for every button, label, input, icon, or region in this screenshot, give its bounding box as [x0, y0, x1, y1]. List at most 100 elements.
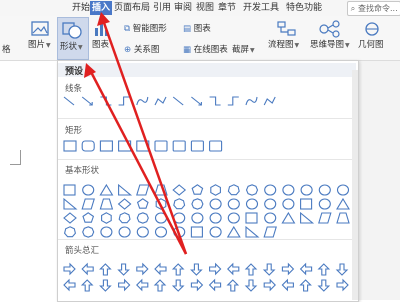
arrow-shape-item[interactable] — [244, 263, 258, 276]
basic-shape-item[interactable] — [191, 198, 204, 210]
basic-shape-item[interactable] — [209, 226, 222, 238]
basic-shape-item[interactable] — [227, 184, 240, 196]
basic-shape-item[interactable] — [63, 197, 78, 210]
online-chart-button[interactable]: ▦ 在线图表 — [183, 43, 228, 55]
line-shape-item[interactable] — [191, 96, 202, 106]
basic-shape-item[interactable] — [173, 226, 186, 238]
basic-shape-item[interactable] — [190, 226, 203, 238]
basic-shape-item[interactable] — [118, 212, 131, 224]
basic-shape-item[interactable] — [118, 183, 133, 196]
arrow-shape-item[interactable] — [99, 263, 112, 276]
basic-shape-item[interactable] — [336, 184, 350, 196]
arrow-shape-item[interactable] — [209, 262, 222, 276]
basic-shape-item[interactable] — [210, 184, 221, 196]
document-area-right[interactable] — [358, 61, 400, 300]
mindmap-button[interactable]: 思维导图▼ — [310, 20, 350, 50]
arrow-shape-item[interactable] — [81, 262, 94, 276]
tab-start[interactable]: 开始 — [70, 1, 92, 15]
basic-shape-item[interactable] — [263, 226, 277, 238]
basic-shape-item[interactable] — [226, 225, 241, 238]
basic-shape-item[interactable] — [63, 184, 76, 196]
line-shape-item[interactable] — [227, 96, 239, 106]
chart-small-button[interactable]: ▤ 图表 — [183, 22, 211, 34]
basic-shape-item[interactable] — [209, 212, 222, 224]
arrow-shape-item[interactable] — [299, 262, 313, 276]
arrow-shape-item[interactable] — [154, 262, 167, 276]
basic-shape-item[interactable] — [300, 184, 313, 196]
basic-shape-item[interactable] — [82, 226, 95, 238]
rectangle-shape-item[interactable] — [99, 140, 113, 152]
tab-developer[interactable]: 开发工具 — [240, 1, 282, 15]
basic-shape-item[interactable] — [101, 212, 112, 224]
arrow-shape-item[interactable] — [262, 263, 276, 276]
basic-shape-item[interactable] — [318, 198, 331, 210]
tab-chapter[interactable]: 章节 — [216, 1, 238, 15]
basic-shape-item[interactable] — [63, 212, 77, 224]
arrow-shape-item[interactable] — [171, 279, 185, 292]
arrow-shape-item[interactable] — [244, 279, 258, 292]
basic-shape-item[interactable] — [155, 198, 167, 210]
line-shape-item[interactable] — [172, 96, 184, 106]
geometry-button[interactable]: 几何图 — [358, 20, 384, 50]
rectangle-shape-item[interactable] — [136, 140, 150, 152]
smart-art-button[interactable]: ⧉ 智能图形 — [124, 22, 167, 34]
basic-shape-item[interactable] — [82, 212, 95, 223]
arrow-shape-item[interactable] — [136, 278, 149, 292]
basic-shape-item[interactable] — [173, 212, 186, 224]
basic-shape-item[interactable] — [172, 184, 187, 196]
arrow-shape-item[interactable] — [281, 262, 295, 276]
line-shape-item[interactable] — [154, 96, 167, 106]
basic-shape-item[interactable] — [136, 212, 149, 224]
basic-shape-item[interactable] — [282, 184, 295, 196]
relation-button[interactable]: ⊕ 关系图 — [124, 43, 159, 55]
arrow-shape-item[interactable] — [136, 262, 149, 276]
arrow-shape-item[interactable] — [227, 262, 240, 276]
arrow-shape-item[interactable] — [190, 263, 203, 276]
basic-shape-item[interactable] — [118, 226, 131, 238]
arrow-shape-item[interactable] — [335, 263, 349, 276]
line-shape-item[interactable] — [63, 96, 75, 106]
basic-shape-item[interactable] — [300, 198, 313, 210]
basic-shape-item[interactable] — [336, 212, 350, 224]
arrow-shape-item[interactable] — [99, 279, 112, 292]
arrow-shape-item[interactable] — [63, 262, 76, 276]
arrow-shape-item[interactable] — [208, 278, 222, 292]
search-input[interactable]: ⌕ 查找命令... — [347, 1, 400, 16]
basic-shape-item[interactable] — [63, 226, 77, 238]
line-shape-item[interactable] — [81, 96, 93, 106]
arrow-shape-item[interactable] — [117, 263, 130, 276]
arrow-shape-item[interactable] — [317, 263, 331, 276]
basic-shape-item[interactable] — [81, 198, 95, 210]
scrollbar[interactable] — [352, 70, 358, 300]
arrow-shape-item[interactable] — [317, 279, 331, 292]
shape-button[interactable]: 形状▼ — [57, 17, 89, 60]
arrow-shape-item[interactable] — [336, 278, 349, 292]
picture-button[interactable]: 图片▼ — [28, 20, 52, 50]
document-page[interactable] — [0, 61, 57, 300]
ribbon-left-label[interactable]: 格 — [2, 43, 11, 55]
arrow-shape-item[interactable] — [299, 279, 312, 292]
rectangle-shape-item[interactable] — [172, 140, 186, 152]
line-shape-item[interactable] — [100, 96, 112, 106]
basic-shape-item[interactable] — [300, 211, 315, 224]
basic-shape-item[interactable] — [264, 212, 277, 224]
basic-shape-item[interactable] — [209, 198, 222, 210]
basic-shape-item[interactable] — [136, 198, 149, 209]
arrow-shape-item[interactable] — [171, 263, 185, 276]
basic-shape-item[interactable] — [173, 198, 186, 210]
tab-references[interactable]: 引用 — [151, 1, 173, 15]
arrow-shape-item[interactable] — [118, 278, 131, 292]
basic-shape-item[interactable] — [136, 184, 150, 196]
basic-shape-item[interactable] — [245, 198, 259, 210]
basic-shape-item[interactable] — [281, 211, 296, 224]
arrow-shape-item[interactable] — [153, 279, 167, 292]
basic-shape-item[interactable] — [136, 226, 149, 238]
tab-review[interactable]: 审阅 — [172, 1, 194, 15]
rectangle-shape-item[interactable] — [209, 140, 223, 152]
basic-shape-item[interactable] — [117, 198, 132, 210]
line-shape-item[interactable] — [118, 96, 130, 106]
screenshot-button[interactable]: 截屏▼ — [232, 43, 255, 55]
rectangle-shape-item[interactable] — [118, 140, 132, 152]
basic-shape-item[interactable] — [154, 226, 168, 238]
basic-shape-item[interactable] — [191, 212, 204, 224]
